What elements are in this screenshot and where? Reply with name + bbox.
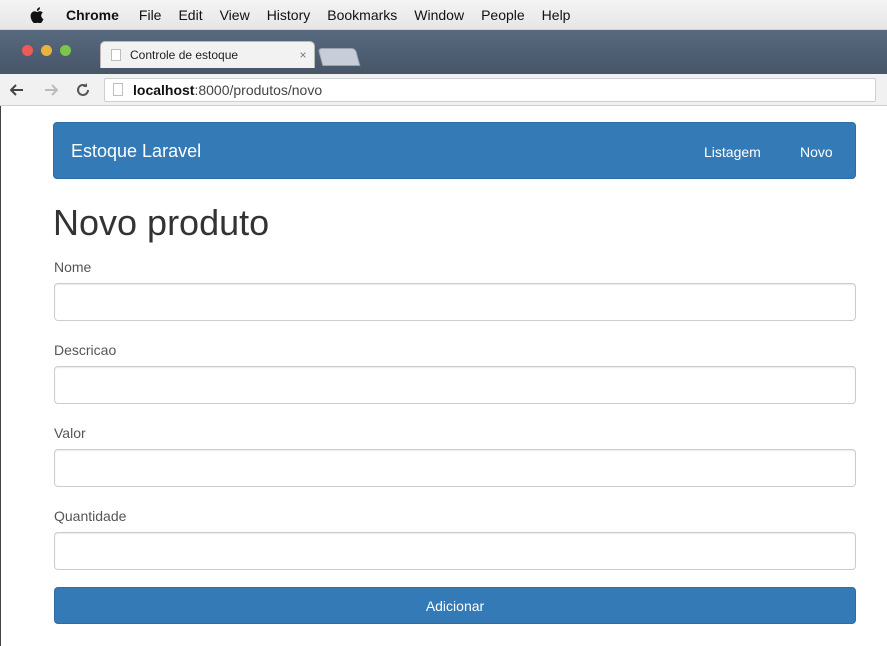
window-minimize-button[interactable] xyxy=(41,45,52,56)
label-descricao: Descricao xyxy=(54,342,117,358)
macos-menubar: Chrome File Edit View History Bookmarks … xyxy=(0,0,887,30)
window-close-button[interactable] xyxy=(22,45,33,56)
new-tab-button[interactable] xyxy=(317,48,361,66)
quantidade-input[interactable] xyxy=(54,532,856,570)
reload-icon[interactable] xyxy=(72,79,94,101)
menu-edit[interactable]: Edit xyxy=(178,0,202,30)
page-favicon-icon xyxy=(111,49,121,61)
tab-close-icon[interactable]: × xyxy=(292,48,314,62)
address-bar[interactable]: localhost:8000/produtos/novo xyxy=(104,77,876,102)
back-arrow-icon[interactable] xyxy=(6,79,28,101)
nav-link-listagem[interactable]: Listagem xyxy=(704,144,761,160)
browser-titlebar: Controle de estoque × xyxy=(0,30,887,74)
page-title: Novo produto xyxy=(53,202,270,243)
window-maximize-button[interactable] xyxy=(60,45,71,56)
page-content: Estoque Laravel Listagem Novo Novo produ… xyxy=(0,106,887,646)
adicionar-button[interactable]: Adicionar xyxy=(54,587,856,624)
url-host: localhost xyxy=(133,81,195,98)
menu-app-chrome[interactable]: Chrome xyxy=(66,0,119,30)
nome-input[interactable] xyxy=(54,283,856,321)
menu-bookmarks[interactable]: Bookmarks xyxy=(327,0,397,30)
label-quantidade: Quantidade xyxy=(54,508,127,524)
nav-link-novo[interactable]: Novo xyxy=(800,144,833,160)
menu-history[interactable]: History xyxy=(267,0,311,30)
url-text: localhost:8000/produtos/novo xyxy=(133,82,322,98)
descricao-input[interactable] xyxy=(54,366,856,404)
page-icon xyxy=(113,83,123,96)
tab-title: Controle de estoque xyxy=(130,48,239,62)
browser-tab[interactable]: Controle de estoque × xyxy=(100,41,315,68)
url-path: :8000/produtos/novo xyxy=(194,81,323,98)
browser-toolbar: localhost:8000/produtos/novo xyxy=(0,74,887,106)
navbar-brand[interactable]: Estoque Laravel xyxy=(71,141,201,162)
menu-file[interactable]: File xyxy=(139,0,162,30)
menu-help[interactable]: Help xyxy=(542,0,571,30)
menu-people[interactable]: People xyxy=(481,0,525,30)
valor-input[interactable] xyxy=(54,449,856,487)
label-valor: Valor xyxy=(54,425,86,441)
site-navbar: Estoque Laravel Listagem Novo xyxy=(53,122,856,179)
label-nome: Nome xyxy=(54,259,92,275)
forward-arrow-icon[interactable] xyxy=(40,79,62,101)
menu-window[interactable]: Window xyxy=(414,0,464,30)
apple-icon[interactable] xyxy=(30,6,44,23)
menu-view[interactable]: View xyxy=(220,0,250,30)
